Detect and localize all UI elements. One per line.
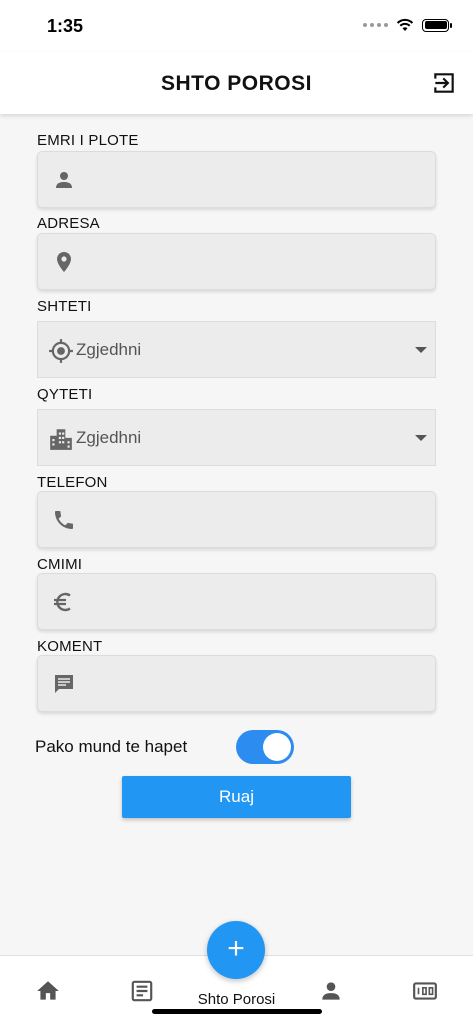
phone-label: TELEFON bbox=[37, 474, 108, 491]
fab-label: Shto Porosi bbox=[197, 991, 276, 1008]
save-button[interactable]: Ruaj bbox=[122, 776, 351, 818]
comment-label: KOMENT bbox=[37, 638, 103, 655]
dropdown-arrow-icon bbox=[415, 347, 427, 353]
country-select[interactable]: Zgjedhni bbox=[37, 321, 436, 378]
full-name-label: EMRI I PLOTE bbox=[37, 132, 139, 149]
gps-target-icon bbox=[49, 339, 73, 363]
city-building-icon bbox=[50, 429, 72, 450]
signal-icon bbox=[363, 23, 388, 27]
logout-icon[interactable] bbox=[431, 70, 457, 96]
phone-icon bbox=[55, 511, 73, 529]
home-indicator bbox=[152, 1009, 322, 1014]
status-time: 1:35 bbox=[47, 16, 84, 36]
comment-field[interactable] bbox=[37, 655, 436, 712]
city-label: QYTETI bbox=[37, 386, 93, 403]
country-select-value: Zgjedhni bbox=[76, 340, 142, 359]
status-icons bbox=[363, 17, 452, 33]
person-icon bbox=[56, 172, 72, 188]
open-package-row: Pako mund te hapet bbox=[35, 728, 335, 764]
open-package-toggle[interactable] bbox=[236, 730, 294, 764]
comment-icon bbox=[55, 675, 73, 693]
battery-icon bbox=[422, 18, 452, 32]
country-label: SHTETI bbox=[37, 298, 92, 315]
wifi-icon bbox=[396, 18, 414, 31]
euro-icon bbox=[54, 592, 71, 612]
city-select[interactable]: Zgjedhni bbox=[37, 409, 436, 466]
location-pin-icon bbox=[57, 252, 71, 272]
dropdown-arrow-icon bbox=[415, 435, 427, 441]
price-field[interactable] bbox=[37, 573, 436, 630]
address-field[interactable] bbox=[37, 233, 436, 290]
phone-field[interactable] bbox=[37, 491, 436, 548]
toggle-knob bbox=[263, 733, 291, 761]
city-select-value: Zgjedhni bbox=[76, 428, 142, 447]
address-label: ADRESA bbox=[37, 215, 100, 232]
add-icon: + bbox=[227, 932, 245, 965]
app-header: SHTO POROSI bbox=[0, 52, 473, 114]
add-order-fab[interactable]: + bbox=[207, 921, 265, 979]
open-package-label: Pako mund te hapet bbox=[35, 737, 188, 756]
price-label: CMIMI bbox=[37, 556, 83, 573]
status-bar: 1:35 bbox=[0, 0, 473, 52]
full-name-field[interactable] bbox=[37, 151, 436, 208]
page-title: SHTO POROSI bbox=[161, 72, 312, 95]
